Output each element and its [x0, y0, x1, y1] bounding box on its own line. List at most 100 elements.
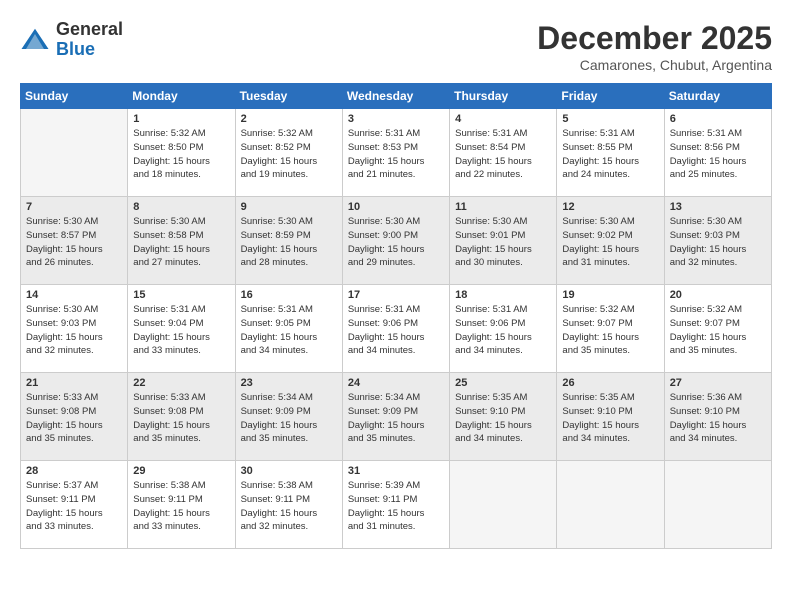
day-number: 31 — [348, 465, 444, 477]
calendar-cell: 6 Sunrise: 5:31 AM Sunset: 8:56 PM Daylig… — [664, 109, 771, 197]
calendar-cell — [450, 461, 557, 549]
calendar-cell: 5 Sunrise: 5:31 AM Sunset: 8:55 PM Daylig… — [557, 109, 664, 197]
cell-content: Sunrise: 5:31 AM Sunset: 8:54 PM Dayligh… — [455, 127, 551, 182]
day-number: 30 — [241, 465, 337, 477]
cell-content: Sunrise: 5:30 AM Sunset: 9:01 PM Dayligh… — [455, 215, 551, 270]
cell-content: Sunrise: 5:32 AM Sunset: 8:52 PM Dayligh… — [241, 127, 337, 182]
calendar-cell: 20 Sunrise: 5:32 AM Sunset: 9:07 PM Dayli… — [664, 285, 771, 373]
calendar-cell: 25Sunrise: 5:35 AM Sunset: 9:10 PM Dayli… — [450, 373, 557, 461]
calendar-cell: 17Sunrise: 5:31 AM Sunset: 9:06 PM Dayli… — [342, 285, 449, 373]
day-number: 3 — [348, 113, 444, 125]
cell-content: Sunrise: 5:32 AM Sunset: 8:50 PM Dayligh… — [133, 127, 229, 182]
title-block: December 2025 Camarones, Chubut, Argenti… — [537, 20, 772, 73]
cell-content: Sunrise: 5:30 AM Sunset: 9:03 PM Dayligh… — [26, 303, 122, 358]
calendar-cell: 9 Sunrise: 5:30 AM Sunset: 8:59 PM Daylig… — [235, 197, 342, 285]
day-number: 7 — [26, 201, 122, 213]
day-number: 23 — [241, 377, 337, 389]
day-number: 16 — [241, 289, 337, 301]
logo: General Blue — [20, 20, 123, 60]
cell-content: Sunrise: 5:35 AM Sunset: 9:10 PM Dayligh… — [562, 391, 658, 446]
day-number: 14 — [26, 289, 122, 301]
day-number: 28 — [26, 465, 122, 477]
logo-text: General Blue — [56, 20, 123, 60]
month-year: December 2025 — [537, 20, 772, 57]
cell-content: Sunrise: 5:38 AM Sunset: 9:11 PM Dayligh… — [241, 479, 337, 534]
calendar-cell: 4 Sunrise: 5:31 AM Sunset: 8:54 PM Daylig… — [450, 109, 557, 197]
calendar-cell — [664, 461, 771, 549]
week-row-3: 14 Sunrise: 5:30 AM Sunset: 9:03 PM Dayli… — [21, 285, 772, 373]
day-number: 21 — [26, 377, 122, 389]
calendar-cell: 30 Sunrise: 5:38 AM Sunset: 9:11 PM Dayli… — [235, 461, 342, 549]
day-number: 24 — [348, 377, 444, 389]
day-number: 10 — [348, 201, 444, 213]
calendar-cell: 21 Sunrise: 5:33 AM Sunset: 9:08 PM Dayli… — [21, 373, 128, 461]
day-number: 6 — [670, 113, 766, 125]
day-number: 18 — [455, 289, 551, 301]
calendar-cell: 14 Sunrise: 5:30 AM Sunset: 9:03 PM Dayli… — [21, 285, 128, 373]
column-header-sunday: Sunday — [21, 84, 128, 109]
calendar-cell: 11 Sunrise: 5:30 AM Sunset: 9:01 PM Dayli… — [450, 197, 557, 285]
calendar-cell: 24 Sunrise: 5:34 AM Sunset: 9:09 PM Dayli… — [342, 373, 449, 461]
logo-icon — [20, 25, 50, 55]
calendar-cell: 15Sunrise: 5:31 AM Sunset: 9:04 PM Dayli… — [128, 285, 235, 373]
day-number: 25 — [455, 377, 551, 389]
calendar-cell — [557, 461, 664, 549]
week-row-5: 28 Sunrise: 5:37 AM Sunset: 9:11 PM Dayli… — [21, 461, 772, 549]
calendar-cell: 28 Sunrise: 5:37 AM Sunset: 9:11 PM Dayli… — [21, 461, 128, 549]
day-number: 22 — [133, 377, 229, 389]
column-header-thursday: Thursday — [450, 84, 557, 109]
cell-content: Sunrise: 5:30 AM Sunset: 8:58 PM Dayligh… — [133, 215, 229, 270]
day-number: 27 — [670, 377, 766, 389]
week-row-2: 7 Sunrise: 5:30 AM Sunset: 8:57 PM Daylig… — [21, 197, 772, 285]
day-number: 19 — [562, 289, 658, 301]
cell-content: Sunrise: 5:30 AM Sunset: 9:03 PM Dayligh… — [670, 215, 766, 270]
cell-content: Sunrise: 5:31 AM Sunset: 8:56 PM Dayligh… — [670, 127, 766, 182]
day-number: 12 — [562, 201, 658, 213]
calendar-cell: 18Sunrise: 5:31 AM Sunset: 9:06 PM Dayli… — [450, 285, 557, 373]
calendar-cell: 2Sunrise: 5:32 AM Sunset: 8:52 PM Daylig… — [235, 109, 342, 197]
day-number: 13 — [670, 201, 766, 213]
cell-content: Sunrise: 5:30 AM Sunset: 8:59 PM Dayligh… — [241, 215, 337, 270]
cell-content: Sunrise: 5:33 AM Sunset: 9:08 PM Dayligh… — [26, 391, 122, 446]
calendar-table: SundayMondayTuesdayWednesdayThursdayFrid… — [20, 83, 772, 549]
cell-content: Sunrise: 5:30 AM Sunset: 9:02 PM Dayligh… — [562, 215, 658, 270]
calendar-cell: 10 Sunrise: 5:30 AM Sunset: 9:00 PM Dayli… — [342, 197, 449, 285]
cell-content: Sunrise: 5:30 AM Sunset: 9:00 PM Dayligh… — [348, 215, 444, 270]
cell-content: Sunrise: 5:31 AM Sunset: 9:04 PM Dayligh… — [133, 303, 229, 358]
calendar-cell: 8 Sunrise: 5:30 AM Sunset: 8:58 PM Daylig… — [128, 197, 235, 285]
day-number: 11 — [455, 201, 551, 213]
cell-content: Sunrise: 5:32 AM Sunset: 9:07 PM Dayligh… — [670, 303, 766, 358]
calendar-cell: 1Sunrise: 5:32 AM Sunset: 8:50 PM Daylig… — [128, 109, 235, 197]
cell-content: Sunrise: 5:38 AM Sunset: 9:11 PM Dayligh… — [133, 479, 229, 534]
header-row: SundayMondayTuesdayWednesdayThursdayFrid… — [21, 84, 772, 109]
cell-content: Sunrise: 5:31 AM Sunset: 8:53 PM Dayligh… — [348, 127, 444, 182]
day-number: 4 — [455, 113, 551, 125]
day-number: 9 — [241, 201, 337, 213]
calendar-cell: 12 Sunrise: 5:30 AM Sunset: 9:02 PM Dayli… — [557, 197, 664, 285]
calendar-cell — [21, 109, 128, 197]
cell-content: Sunrise: 5:37 AM Sunset: 9:11 PM Dayligh… — [26, 479, 122, 534]
column-header-saturday: Saturday — [664, 84, 771, 109]
calendar-cell: 23Sunrise: 5:34 AM Sunset: 9:09 PM Dayli… — [235, 373, 342, 461]
day-number: 29 — [133, 465, 229, 477]
logo-blue: Blue — [56, 40, 123, 60]
cell-content: Sunrise: 5:30 AM Sunset: 8:57 PM Dayligh… — [26, 215, 122, 270]
calendar-cell: 13 Sunrise: 5:30 AM Sunset: 9:03 PM Dayli… — [664, 197, 771, 285]
day-number: 17 — [348, 289, 444, 301]
week-row-1: 1Sunrise: 5:32 AM Sunset: 8:50 PM Daylig… — [21, 109, 772, 197]
logo-general: General — [56, 20, 123, 40]
calendar-cell: 16Sunrise: 5:31 AM Sunset: 9:05 PM Dayli… — [235, 285, 342, 373]
day-number: 5 — [562, 113, 658, 125]
location: Camarones, Chubut, Argentina — [537, 57, 772, 73]
cell-content: Sunrise: 5:32 AM Sunset: 9:07 PM Dayligh… — [562, 303, 658, 358]
day-number: 8 — [133, 201, 229, 213]
cell-content: Sunrise: 5:36 AM Sunset: 9:10 PM Dayligh… — [670, 391, 766, 446]
calendar-cell: 3 Sunrise: 5:31 AM Sunset: 8:53 PM Daylig… — [342, 109, 449, 197]
column-header-tuesday: Tuesday — [235, 84, 342, 109]
day-number: 26 — [562, 377, 658, 389]
day-number: 20 — [670, 289, 766, 301]
cell-content: Sunrise: 5:39 AM Sunset: 9:11 PM Dayligh… — [348, 479, 444, 534]
calendar-cell: 22Sunrise: 5:33 AM Sunset: 9:08 PM Dayli… — [128, 373, 235, 461]
cell-content: Sunrise: 5:34 AM Sunset: 9:09 PM Dayligh… — [348, 391, 444, 446]
cell-content: Sunrise: 5:31 AM Sunset: 8:55 PM Dayligh… — [562, 127, 658, 182]
